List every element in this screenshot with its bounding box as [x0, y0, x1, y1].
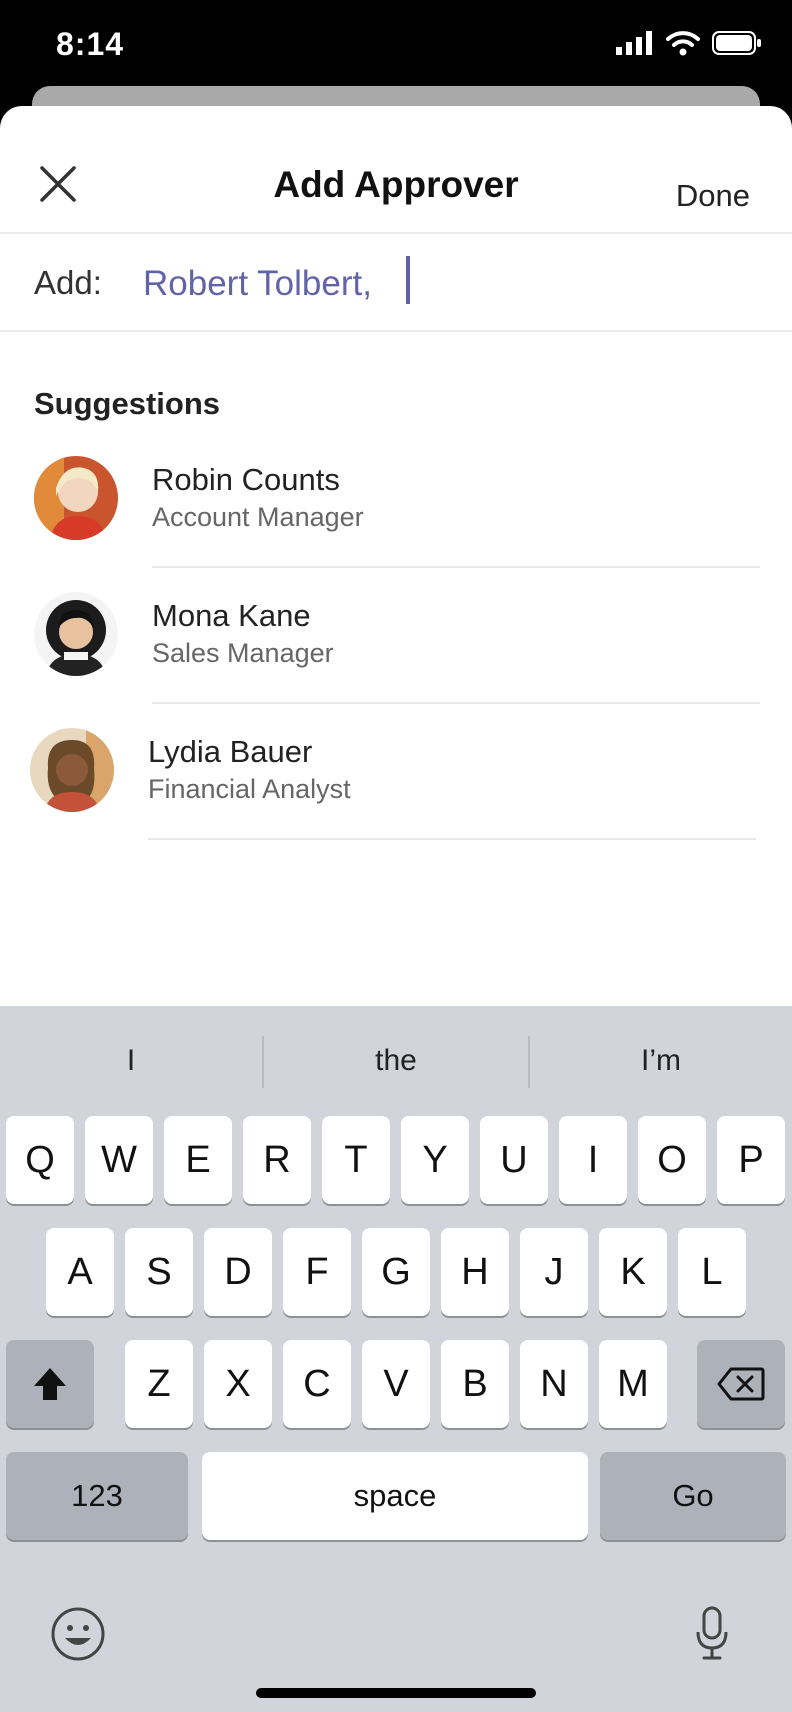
key-r[interactable]: R — [243, 1116, 311, 1204]
key-o[interactable]: O — [638, 1116, 706, 1204]
key-g[interactable]: G — [362, 1228, 430, 1316]
text-cursor — [406, 256, 410, 304]
shift-icon — [34, 1368, 66, 1400]
space-key[interactable]: space — [202, 1452, 588, 1540]
key-u[interactable]: U — [480, 1116, 548, 1204]
key-q[interactable]: Q — [6, 1116, 74, 1204]
done-button[interactable]: Done — [676, 178, 750, 214]
key-t[interactable]: T — [322, 1116, 390, 1204]
go-key[interactable]: Go — [600, 1452, 786, 1540]
key-m[interactable]: M — [599, 1340, 667, 1428]
divider — [152, 702, 760, 704]
key-b[interactable]: B — [441, 1340, 509, 1428]
key-c[interactable]: C — [283, 1340, 351, 1428]
divider — [148, 838, 756, 840]
avatar — [34, 592, 118, 676]
key-y[interactable]: Y — [401, 1116, 469, 1204]
add-field[interactable]: Add: Robert Tolbert, — [0, 234, 792, 332]
add-label: Add: — [34, 264, 102, 301]
status-icons — [616, 30, 762, 56]
person-name: Mona Kane — [152, 598, 311, 633]
person-name: Robin Counts — [152, 462, 340, 497]
signal-icon — [616, 31, 652, 55]
key-z[interactable]: Z — [125, 1340, 193, 1428]
backspace-key[interactable] — [697, 1340, 785, 1428]
key-v[interactable]: V — [362, 1340, 430, 1428]
person-role: Account Manager — [152, 502, 364, 532]
person-role: Sales Manager — [152, 638, 334, 668]
divider — [152, 566, 760, 568]
page-title: Add Approver — [273, 164, 519, 205]
status-time: 8:14 — [56, 26, 125, 62]
prediction-2[interactable]: the — [264, 1006, 528, 1116]
key-d[interactable]: D — [204, 1228, 272, 1316]
wifi-icon — [666, 31, 700, 56]
avatar — [34, 456, 118, 540]
person-role: Financial Analyst — [148, 774, 351, 804]
key-p[interactable]: P — [717, 1116, 785, 1204]
key-j[interactable]: J — [520, 1228, 588, 1316]
key-h[interactable]: H — [441, 1228, 509, 1316]
home-indicator[interactable] — [256, 1688, 536, 1698]
backspace-icon — [717, 1367, 765, 1401]
shift-key[interactable] — [6, 1340, 94, 1428]
person-name: Lydia Bauer — [148, 734, 313, 769]
suggestion-item-mona-kane[interactable]: Mona Kane Sales Manager — [0, 592, 792, 726]
key-s[interactable]: S — [125, 1228, 193, 1316]
key-f[interactable]: F — [283, 1228, 351, 1316]
suggestions-heading: Suggestions — [34, 386, 221, 421]
key-i[interactable]: I — [559, 1116, 627, 1204]
status-bar: 8:14 — [0, 0, 792, 100]
prediction-1[interactable]: I — [0, 1006, 262, 1116]
emoji-button[interactable] — [50, 1606, 106, 1662]
prediction-3[interactable]: I’m — [530, 1006, 792, 1116]
keyboard: I the I’m Q W E R T Y U I O P A S D F G … — [0, 1006, 792, 1712]
key-w[interactable]: W — [85, 1116, 153, 1204]
key-e[interactable]: E — [164, 1116, 232, 1204]
sheet-header: Add Approver Done — [0, 106, 792, 234]
suggestion-item-lydia-bauer[interactable]: Lydia Bauer Financial Analyst — [0, 728, 792, 862]
numbers-key[interactable]: 123 — [6, 1452, 188, 1540]
emoji-icon — [51, 1607, 105, 1661]
avatar — [30, 728, 114, 812]
key-a[interactable]: A — [46, 1228, 114, 1316]
battery-icon — [712, 31, 761, 55]
microphone-button[interactable] — [694, 1604, 730, 1664]
key-n[interactable]: N — [520, 1340, 588, 1428]
recipient-chip[interactable]: Robert Tolbert, — [143, 264, 372, 304]
key-k[interactable]: K — [599, 1228, 667, 1316]
key-x[interactable]: X — [204, 1340, 272, 1428]
key-l[interactable]: L — [678, 1228, 746, 1316]
microphone-icon — [696, 1606, 728, 1660]
suggestion-item-robin-counts[interactable]: Robin Counts Account Manager — [0, 456, 792, 590]
